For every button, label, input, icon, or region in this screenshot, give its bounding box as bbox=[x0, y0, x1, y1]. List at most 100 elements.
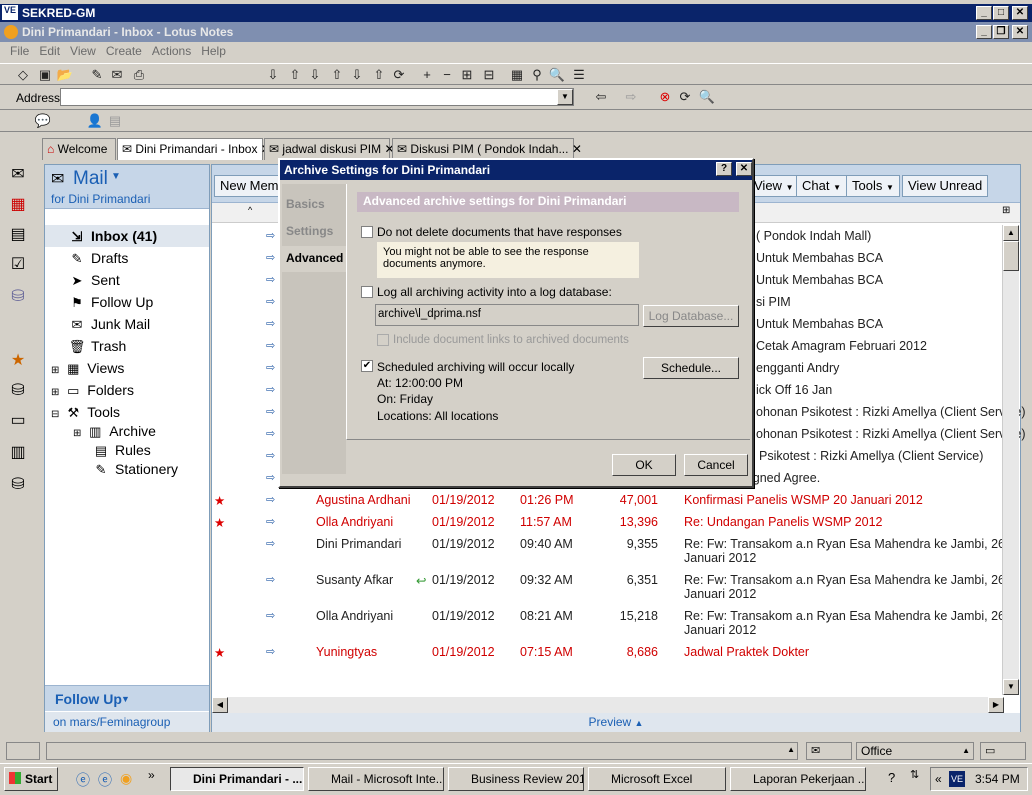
sidebar-item-folders[interactable]: ⊞ ▭ Folders bbox=[45, 379, 209, 401]
tab-advanced[interactable]: Advanced bbox=[282, 246, 348, 272]
tab-close-icon[interactable]: ✕ bbox=[572, 142, 582, 156]
properties-icon[interactable]: ☰ bbox=[570, 66, 588, 84]
save-icon[interactable]: ▣ bbox=[36, 66, 54, 84]
taskbar-item-notes[interactable]: Dini Primandari - ... bbox=[170, 767, 304, 791]
back-icon[interactable]: ⇦ bbox=[592, 88, 610, 106]
view-unread-button[interactable]: View Unread bbox=[902, 175, 989, 197]
tab-inbox[interactable]: ✉ Dini Primandari - Inbox ✕ bbox=[117, 138, 271, 160]
collapse-all-icon[interactable]: ⊟ bbox=[480, 66, 498, 84]
sidebar-item-followup[interactable]: ⚑ Follow Up bbox=[45, 291, 209, 313]
online-status[interactable]: ✉ bbox=[806, 742, 852, 760]
doc-restore-icon[interactable]: ❐ bbox=[993, 25, 1009, 39]
collapse-icon[interactable]: ⊟ bbox=[51, 409, 59, 420]
view-icon[interactable]: ▦ bbox=[508, 66, 526, 84]
browser-quicklaunch-icon[interactable]: ⓔ bbox=[98, 770, 112, 790]
next-icon[interactable]: ⇩ bbox=[306, 66, 324, 84]
expand-icon[interactable]: ⊞ bbox=[51, 387, 59, 398]
help-icon[interactable]: ? bbox=[716, 162, 732, 176]
maximize-icon[interactable]: □ bbox=[993, 6, 1009, 20]
tab-basics[interactable]: Basics bbox=[282, 192, 346, 218]
scheduled-archive-checkbox[interactable]: ✔ bbox=[361, 360, 373, 372]
sidebar-item-junk[interactable]: ✉ Junk Mail bbox=[45, 313, 209, 335]
log-activity-checkbox[interactable] bbox=[361, 286, 373, 298]
taskbar-item-excel[interactable]: Microsoft Excel bbox=[588, 767, 726, 791]
edit-icon[interactable]: ✎ bbox=[88, 66, 106, 84]
sidebar-item-views[interactable]: ⊞ ▦ Views bbox=[45, 357, 209, 379]
search-icon[interactable]: 🔍 bbox=[548, 66, 566, 84]
doc-close-icon[interactable]: ✕ bbox=[1012, 25, 1028, 39]
cancel-button[interactable]: Cancel bbox=[684, 454, 748, 476]
tab-jadwal[interactable]: ✉ jadwal diskusi PIM ✕ bbox=[264, 138, 395, 160]
table-row[interactable]: ⇨ Agustina Ardhani 01/19/2012 01:26 PM 47,00… bbox=[212, 489, 1002, 511]
taskbar-item-word[interactable]: Laporan Pekerjaan ... bbox=[730, 767, 866, 791]
schedule-button[interactable]: Schedule... bbox=[643, 357, 739, 379]
calendar-bookmark-icon[interactable]: ▦ bbox=[6, 194, 30, 216]
workspace-bookmark-icon[interactable]: ▥ bbox=[6, 442, 30, 464]
reload-icon[interactable]: ⟳ bbox=[676, 88, 694, 106]
network-tray-icon[interactable]: ⇅ bbox=[910, 768, 919, 781]
menu-help[interactable]: Help bbox=[201, 42, 226, 60]
nav-title[interactable]: Mail bbox=[73, 168, 108, 190]
expand-all-icon[interactable]: ⊞ bbox=[458, 66, 476, 84]
close-icon[interactable]: ✕ bbox=[1012, 6, 1028, 20]
previous-icon[interactable]: ⇧ bbox=[328, 66, 346, 84]
menu-actions[interactable]: Actions bbox=[152, 42, 191, 60]
log-database-field[interactable]: archive\l_dprima.nsf bbox=[375, 304, 639, 326]
tab-diskusi[interactable]: ✉ Diskusi PIM ( Pondok Indah... ✕ bbox=[392, 138, 582, 160]
scroll-up-icon[interactable]: ▲ bbox=[1003, 225, 1019, 241]
mail-status[interactable]: ▭ bbox=[980, 742, 1026, 760]
app-tray-icon[interactable]: VE bbox=[949, 771, 965, 787]
no-delete-checkbox[interactable] bbox=[361, 226, 373, 238]
location-selector[interactable]: Office ▲ bbox=[856, 742, 974, 760]
todo-bookmark-icon[interactable]: ☑ bbox=[6, 254, 30, 276]
chevron-down-icon[interactable]: ▼ bbox=[121, 694, 130, 704]
expand-icon[interactable]: ⊞ bbox=[51, 365, 59, 376]
help-tray-icon[interactable]: ? bbox=[888, 770, 895, 785]
tab-settings[interactable]: Settings bbox=[282, 219, 346, 245]
folder-bookmark-icon[interactable]: ▭ bbox=[6, 410, 30, 432]
sidebar-item-inbox[interactable]: ⇲ Inbox (41) bbox=[45, 225, 209, 247]
view-button[interactable]: View ▼ bbox=[748, 175, 800, 197]
scroll-right-icon[interactable]: ▶ bbox=[988, 697, 1004, 713]
more-quicklaunch-icon[interactable]: » bbox=[148, 768, 155, 782]
previous-unread-icon[interactable]: ⇧ bbox=[370, 66, 388, 84]
table-row[interactable]: ⇨ Dini Primandari 01/19/2012 09:40 AM 9,355 R… bbox=[212, 533, 1005, 569]
mail-bookmark-icon[interactable]: ✉ bbox=[6, 164, 30, 186]
taskbar-item-ie[interactable]: Mail - Microsoft Inte... bbox=[308, 767, 444, 791]
contacts-bookmark-icon[interactable]: ▤ bbox=[6, 224, 30, 246]
table-row[interactable]: ⇨ Yuningtyas 01/19/2012 07:15 AM 8,686 Jadwal… bbox=[212, 641, 1002, 663]
menu-file[interactable]: File bbox=[10, 42, 29, 60]
favorites-bookmark-icon[interactable]: ★ bbox=[6, 350, 30, 372]
sidebar-item-stationery[interactable]: ✎ Stationery bbox=[45, 458, 209, 480]
table-row[interactable]: ⇨ Olla Andriyani 01/19/2012 11:57 AM 13,396 R… bbox=[212, 511, 1002, 533]
preview-toggle[interactable]: Preview ▲ bbox=[212, 713, 1020, 732]
expand-icon[interactable]: + bbox=[418, 66, 436, 84]
scroll-left-icon[interactable]: ◀ bbox=[212, 697, 228, 713]
databases-bookmark-icon[interactable]: ⛁ bbox=[6, 380, 30, 402]
print-icon[interactable]: ⎙ bbox=[130, 66, 148, 84]
start-button[interactable]: Start bbox=[4, 767, 58, 791]
refresh-icon[interactable]: ⟳ bbox=[390, 66, 408, 84]
chevron-down-icon[interactable]: ▼ bbox=[111, 171, 121, 182]
taskbar-item-explorer[interactable]: Business Review 2010 bbox=[448, 767, 584, 791]
contact-icon[interactable]: 👤 bbox=[86, 112, 104, 130]
move-down-icon[interactable]: ⇩ bbox=[264, 66, 282, 84]
address-input[interactable]: ▼ bbox=[60, 88, 574, 106]
server-bookmark-icon[interactable]: ⛁ bbox=[6, 474, 30, 496]
status-history-icon[interactable]: ▲ bbox=[787, 745, 795, 754]
menu-edit[interactable]: Edit bbox=[39, 42, 60, 60]
stop-icon[interactable]: ⊗ bbox=[656, 88, 674, 106]
table-row[interactable]: ⇨ Olla Andriyani 01/19/2012 08:21 AM 15,218 R… bbox=[212, 605, 1005, 641]
sidebar-item-sent[interactable]: ➤ Sent bbox=[45, 269, 209, 291]
home-icon[interactable]: ◇ bbox=[14, 66, 32, 84]
move-up-icon[interactable]: ⇧ bbox=[286, 66, 304, 84]
minimize-icon[interactable]: _ bbox=[976, 6, 992, 20]
include-links-checkbox[interactable] bbox=[377, 334, 389, 346]
tab-welcome[interactable]: ⌂ Welcome bbox=[42, 138, 116, 160]
scroll-thumb[interactable] bbox=[1003, 241, 1019, 271]
sidebar-item-drafts[interactable]: ✎ Drafts bbox=[45, 247, 209, 269]
dialog-close-icon[interactable]: ✕ bbox=[736, 162, 752, 176]
sort-icon[interactable]: ^ bbox=[248, 205, 252, 215]
forward-icon[interactable]: ⇨ bbox=[622, 88, 640, 106]
ok-button[interactable]: OK bbox=[612, 454, 676, 476]
